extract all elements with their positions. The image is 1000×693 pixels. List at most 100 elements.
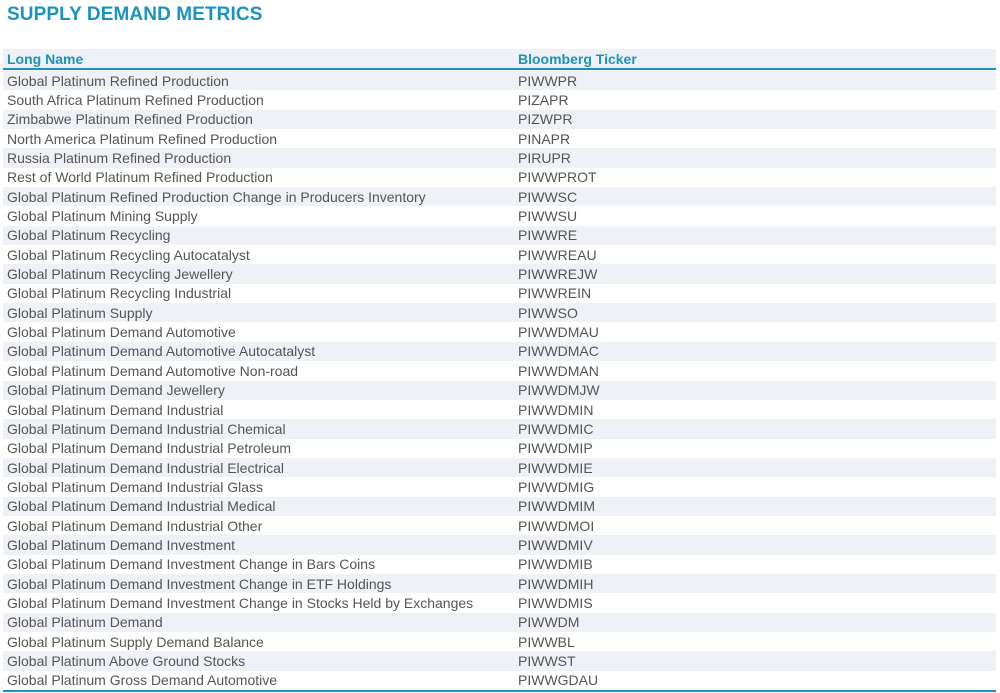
cell-ticker: PIWWDMAC [518, 343, 599, 360]
cell-ticker: PIWWPR [518, 72, 578, 89]
table-row: Global Platinum Recycling Jewellery PIWWR… [3, 264, 996, 284]
table-row: Global Platinum Mining Supply PIWWSU [3, 206, 996, 226]
cell-ticker: PIWWDMAU [518, 324, 599, 341]
cell-long-name: Global Platinum Gross Demand Automotive [7, 672, 278, 689]
cell-ticker: PIWWSC [518, 188, 578, 205]
cell-ticker: PIWWGDAU [518, 672, 599, 689]
cell-long-name: Global Platinum Demand Investment Change… [7, 556, 376, 573]
cell-long-name: Global Platinum Above Ground Stocks [7, 652, 246, 669]
cell-ticker: PIWWST [518, 652, 576, 669]
cell-long-name: Global Platinum Demand Investment Change… [7, 575, 392, 592]
table-row: South Africa Platinum Refined Production… [3, 90, 996, 110]
cell-long-name: Global Platinum Demand Industrial Electr… [7, 459, 285, 476]
table-row: Global Platinum Supply PIWWSO [3, 303, 996, 323]
table-row: Global Platinum Demand Industrial Other P… [3, 515, 996, 536]
column-header-long-name: Long Name [7, 50, 84, 67]
table-row: Global Platinum Demand Industrial Petrol… [3, 438, 996, 458]
cell-long-name: Global Platinum Demand Industrial Other [7, 517, 263, 534]
cell-ticker: PIWWBL [518, 633, 575, 650]
cell-long-name: Global Platinum Demand Industrial Chemic… [7, 420, 286, 437]
table-row: Global Platinum Demand Industrial PIWWDMI… [3, 399, 996, 420]
cell-ticker: PIWWSO [518, 304, 578, 321]
table-row: Global Platinum Demand Industrial Chemic… [3, 419, 996, 439]
table-row: Global Platinum Above Ground Stocks PIWWS… [3, 651, 996, 671]
cell-ticker: PIWWSU [518, 208, 578, 225]
column-header-ticker: Bloomberg Ticker [518, 50, 637, 67]
table-row: Global Platinum Demand Investment Change… [3, 573, 996, 594]
cell-long-name: Global Platinum Supply Demand Balance [7, 633, 264, 650]
cell-ticker: PIWWDMIM [518, 498, 595, 515]
cell-long-name: Global Platinum Demand Industrial Glass [7, 478, 264, 495]
table-row: Global Platinum Recycling Industrial PIWW… [3, 283, 996, 304]
table-row: Global Platinum Demand Automotive PIWWDMA… [3, 322, 996, 342]
cell-long-name: Global Platinum Demand Automotive [7, 324, 236, 341]
table-row: Global Platinum Supply Demand Balance PIW… [3, 631, 996, 652]
cell-ticker: PIWWDMIG [518, 478, 595, 495]
cell-ticker: PIWWDMAN [518, 362, 599, 379]
table-row: Global Platinum Demand Industrial Electr… [3, 457, 996, 478]
cell-ticker: PIWWDMOI [518, 517, 595, 534]
cell-ticker: PIWWDMIC [518, 420, 594, 437]
cell-ticker: PIWWDMIE [518, 459, 593, 476]
table-row: Global Platinum Demand Industrial Glass P… [3, 477, 996, 497]
table-row: Global Platinum Refined Production Chang… [3, 187, 996, 207]
cell-long-name: Global Platinum Mining Supply [7, 208, 198, 225]
table-row: Global Platinum Demand Investment Change… [3, 554, 996, 574]
table-body: Global Platinum Refined Production PIWWPR… [3, 70, 996, 692]
cell-ticker: PIWWDMIS [518, 594, 593, 611]
cell-ticker: PIWWREAU [518, 246, 597, 263]
table-row: Global Platinum Recycling PIWWRE [3, 225, 996, 246]
table-row: Global Platinum Demand PIWWDM [3, 612, 996, 632]
cell-long-name: Global Platinum Recycling Industrial [7, 285, 232, 302]
table-row: North America Platinum Refined Productio… [3, 129, 996, 149]
cell-ticker: PIWWREIN [518, 285, 592, 302]
cell-long-name: Global Platinum Demand Automotive Autoca… [7, 343, 316, 360]
cell-ticker: PIWWDMIN [518, 401, 594, 418]
table-row: Global Platinum Gross Demand Automotive P… [3, 670, 996, 690]
cell-long-name: Global Platinum Refined Production [7, 72, 229, 89]
cell-ticker: PIWWDMJW [518, 382, 600, 399]
page-title: SUPPLY DEMAND METRICS [7, 4, 263, 25]
cell-long-name: South Africa Platinum Refined Production [7, 92, 264, 109]
cell-ticker: PIWWDMIH [518, 575, 594, 592]
cell-ticker: PIWWDMIP [518, 440, 593, 457]
cell-long-name: Global Platinum Demand Automotive Non-ro… [7, 362, 299, 379]
cell-ticker: PIWWREJW [518, 266, 598, 283]
table-row: Global Platinum Demand Industrial Medica… [3, 496, 996, 516]
cell-long-name: Rest of World Platinum Refined Productio… [7, 169, 273, 186]
table-row: Global Platinum Recycling Autocatalyst PI… [3, 245, 996, 265]
cell-long-name: Russia Platinum Refined Production [7, 150, 232, 167]
cell-long-name: Global Platinum Demand Investment Change… [7, 594, 474, 611]
cell-long-name: Global Platinum Refined Production Chang… [7, 188, 426, 205]
cell-long-name: Global Platinum Recycling Jewellery [7, 266, 233, 283]
cell-long-name: Global Platinum Demand [7, 614, 163, 631]
table-row: Global Platinum Demand Automotive Non-ro… [3, 361, 996, 381]
cell-ticker: PIZWPR [518, 111, 573, 128]
table-row: Global Platinum Demand Jewellery PIWWDMJW [3, 380, 996, 400]
metrics-table: Long Name Bloomberg Ticker Global Platin… [3, 49, 996, 692]
cell-long-name: Global Platinum Demand Investment [7, 536, 235, 553]
cell-long-name: Zimbabwe Platinum Refined Production [7, 111, 253, 128]
cell-long-name: Global Platinum Demand Industrial Medica… [7, 498, 276, 515]
table-row: Global Platinum Demand Investment PIWWDMI… [3, 535, 996, 555]
table-row: Global Platinum Refined Production PIWWPR [3, 71, 996, 91]
cell-ticker: PIWWDM [518, 614, 580, 631]
table-header: Long Name Bloomberg Ticker [3, 49, 996, 70]
cell-ticker: PIRUPR [518, 150, 571, 167]
cell-long-name: Global Platinum Demand Industrial [7, 401, 224, 418]
cell-long-name: Global Platinum Recycling [7, 227, 171, 244]
cell-ticker: PIWWPROT [518, 169, 597, 186]
table-row: Rest of World Platinum Refined Productio… [3, 167, 996, 188]
cell-long-name: Global Platinum Supply [7, 304, 153, 321]
table-row: Global Platinum Demand Investment Change… [3, 593, 996, 613]
table-row: Zimbabwe Platinum Refined Production PIZW… [3, 109, 996, 130]
cell-ticker: PIWWDMIV [518, 536, 593, 553]
cell-ticker: PIWWRE [518, 227, 578, 244]
cell-long-name: Global Platinum Demand Industrial Petrol… [7, 440, 292, 457]
table-row: Russia Platinum Refined Production PIRUPR [3, 148, 996, 168]
cell-ticker: PINAPR [518, 130, 571, 147]
cell-long-name: North America Platinum Refined Productio… [7, 130, 278, 147]
table-row: Global Platinum Demand Automotive Autoca… [3, 341, 996, 362]
cell-long-name: Global Platinum Demand Jewellery [7, 382, 225, 399]
cell-ticker: PIZAPR [518, 92, 569, 109]
